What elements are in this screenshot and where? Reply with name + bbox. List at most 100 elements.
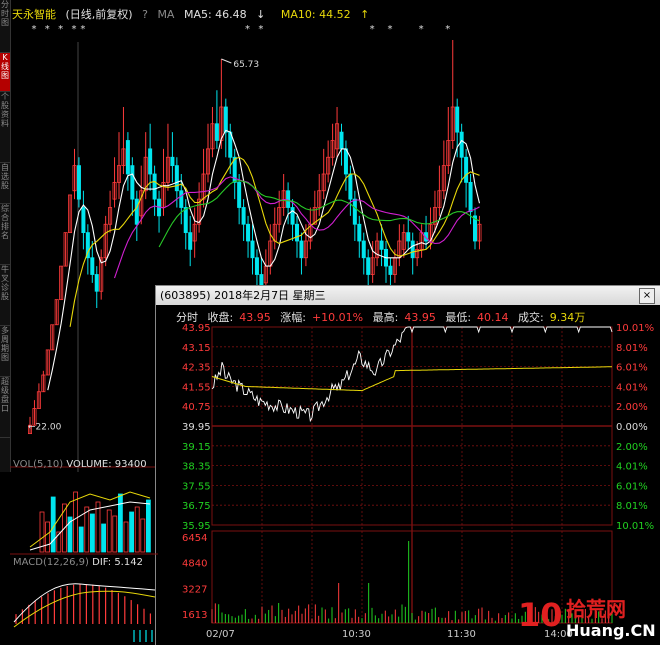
candle-body [237,181,242,208]
vol-label: VOL(5,10) [13,459,64,470]
price-tick: 39.15 [182,442,211,453]
candle-body [299,240,304,259]
volume-tick: 6454 [182,533,207,544]
price-tick: 41.55 [182,382,211,393]
stats-mode: 分时 [176,311,198,324]
low-price-label: ←22.00 [28,422,62,432]
candle-body [339,131,344,150]
signal-star-icon: * [72,24,77,35]
pct-tick: 6.01% [616,481,648,492]
pct-tick: 2.00% [616,402,648,413]
candle-body [410,240,415,259]
candle-body [366,257,371,275]
watermark-logo: 10 拾荒网Huang.CN [518,596,656,640]
help-icon[interactable]: ? [142,8,148,21]
candle-body [152,173,157,200]
ma5-arrow-icon: ↓ [256,8,266,21]
candle-body [343,148,348,175]
ma5-value: MA5: 46.48 ↓ [184,8,271,21]
signal-star-icon: * [45,24,50,35]
volume-bar [112,515,118,553]
pct-tick: 4.01% [616,462,648,473]
volume-bar [78,526,84,553]
side-tab[interactable]: 超级盘口 [0,377,10,438]
candle-body [94,274,99,292]
stats-low-label: 最低: [445,311,472,324]
price-tick: 43.15 [182,343,211,354]
side-tab[interactable]: K线图 [0,53,10,92]
popup-title[interactable]: (603895) 2018年2月7日 星期三 [156,286,660,305]
candle-body [286,190,291,208]
volume-bar [118,493,123,553]
candle-body [250,240,255,259]
pct-tick: 6.01% [616,363,648,374]
side-tab[interactable]: 牛叉诊股 [0,265,10,326]
side-tab[interactable]: 分时图 [0,0,10,53]
pct-tick: 0.00% [616,422,648,433]
close-icon[interactable]: × [639,288,655,304]
candle-body [241,207,246,225]
stock-name: 天永智能 [12,8,56,21]
stats-close-label: 收盘: [207,311,234,324]
signal-star-icon: * [58,24,63,35]
side-tab[interactable]: 综合排名 [0,204,10,265]
volume-bar [106,509,112,553]
volume-bar [134,506,140,553]
watermark-site-name: 拾荒网 [566,597,626,621]
signal-star-icon: * [245,24,250,35]
price-tick: 36.75 [182,501,211,512]
ma5-text: MA5: 46.48 [183,8,247,21]
kline-legend: 天永智能 (日线,前复权) ? MA MA5: 46.48 ↓ MA10: 44… [12,6,381,22]
signal-star-icon: * [419,24,424,35]
volume-bar [45,521,50,553]
pct-tick: 2.00% [616,442,648,453]
popup-stats: 分时 收盘: 43.95 涨幅: +10.01% 最高: 43.95 最低: 40.14… [176,309,591,325]
watermark-number: 10 [518,596,563,634]
signal-star-icon: * [387,24,392,35]
volume-bar [129,511,134,553]
volume-bar [73,491,78,553]
candle-body [90,257,95,275]
price-tick: 40.75 [182,402,211,413]
intraday-popup[interactable]: (603895) 2018年2月7日 星期三 × 43.95 10.01% 43.1… [155,285,660,645]
time-tick: 10:30 [342,629,371,640]
price-tick: 38.35 [182,462,211,473]
signal-star-icon: * [31,24,36,35]
stats-change-label: 涨幅: [280,311,306,324]
price-tick: 37.55 [182,481,211,492]
adjust-mode[interactable]: (日线,前复权) [66,8,133,21]
volume-bar [140,518,146,553]
candle-body [148,148,153,175]
side-tab[interactable]: 多周期图 [0,326,10,377]
candle-body [406,232,411,242]
signal-star-icon: * [80,24,85,35]
candle-body [254,257,259,275]
ma10-value: MA10: 44.52 ↑ [281,8,375,21]
candle-body [379,240,384,250]
pct-tick: 10.01% [616,323,654,334]
vol-value: VOLUME: 93400 [66,459,147,470]
volume-bar [145,499,151,553]
volume-bar [90,513,95,553]
candle-body [179,190,184,208]
side-tab[interactable]: 个股资料 [0,92,10,163]
stats-turnover-value: 9.34万 [549,311,586,324]
candle-body [468,181,473,213]
side-tab[interactable]: 自选股 [0,163,10,204]
candle-body [170,156,175,167]
candle-body [246,223,251,242]
candle-body [174,165,179,192]
volume-bar [101,523,106,553]
ma-label: MA [157,8,175,21]
candle-body [81,207,86,234]
watermark-url: Huang.CN [566,621,656,640]
stats-high-label: 最高: [372,311,399,324]
volume-macd-panels [10,491,158,642]
candle-body [188,232,193,250]
candle-body [183,207,188,234]
price-tick: 42.35 [182,363,211,374]
stats-turnover-label: 成交: [518,311,544,324]
candle-body [223,106,228,133]
volume-bar [123,521,129,553]
candle-body [294,223,299,242]
